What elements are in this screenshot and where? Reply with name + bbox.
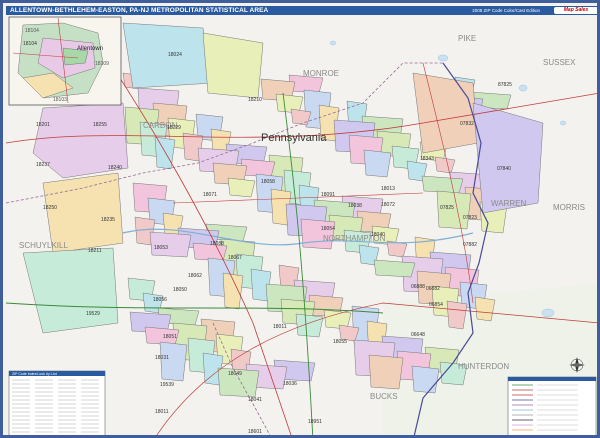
county-label: PIKE [458, 34, 476, 43]
zip-area[interactable] [386, 240, 408, 258]
zip-label: 18237 [36, 162, 50, 168]
zip-label: 18250 [43, 205, 57, 211]
zip-label: 18036 [283, 381, 297, 387]
zip-label: 18201 [36, 122, 50, 128]
zip-label: 18041 [248, 397, 262, 403]
zip-label: 18601 [248, 429, 262, 435]
zip-label: 18049 [228, 371, 242, 377]
inset-zip-label: 18109 [95, 61, 109, 67]
zip-label: 18088 [210, 241, 224, 247]
zip-area[interactable] [411, 365, 440, 394]
zip-label: 18091 [321, 192, 335, 198]
allentown-inset: Allentown 18104 18103 18109 [8, 16, 122, 106]
zip-label: 18031 [155, 355, 169, 361]
zip-label: 18211 [88, 248, 102, 254]
zip-label: 18210 [248, 97, 262, 103]
map-legend [507, 376, 597, 435]
zip-label: 18058 [261, 179, 275, 185]
county-label: SCHUYLKILL [19, 241, 68, 250]
zip-label: 18050 [173, 287, 187, 293]
zip-area[interactable] [434, 156, 456, 174]
zip-area[interactable] [363, 149, 392, 178]
zip-label: 18072 [381, 202, 395, 208]
zip-area[interactable] [368, 354, 404, 390]
zip-label: 18255 [93, 122, 107, 128]
zip-area[interactable] [412, 72, 479, 154]
map-frame: ALLENTOWN-BETHLEHEM-EASTON, PA-NJ METROP… [0, 0, 600, 438]
county-label: MONROE [303, 69, 339, 78]
zip-label: 18053 [154, 245, 168, 251]
zip-label: 18235 [101, 217, 115, 223]
zip-area[interactable] [202, 32, 264, 99]
zip-area[interactable] [290, 108, 312, 126]
zip-area[interactable] [421, 175, 464, 194]
zip-label: 18040 [371, 232, 385, 238]
zip-label: 19529 [86, 311, 100, 317]
zip-index-panel: ZIP Code Index/Look Up List [8, 370, 106, 435]
county-label: BUCKS [370, 392, 398, 401]
zip-label: 06854 [429, 302, 443, 308]
zip-area[interactable] [373, 259, 416, 278]
water-body [518, 84, 528, 92]
zip-label: 18038 [348, 203, 362, 209]
zip-label: 18011 [273, 324, 287, 330]
zip-label: 18062 [188, 273, 202, 279]
inset-zip-label: 18104 [25, 28, 39, 34]
water-body [437, 54, 449, 62]
zip-label: 06882 [426, 286, 440, 292]
water-body [541, 308, 555, 318]
zip-label: 07882 [463, 242, 477, 248]
zip-label: 18104 [23, 41, 37, 47]
water-body [329, 40, 337, 46]
county-label: HUNTERDON [458, 362, 509, 371]
zip-label: 18071 [203, 192, 217, 198]
zip-label: 07832 [460, 121, 474, 127]
zip-label: 18951 [308, 419, 322, 425]
zip-area[interactable] [159, 341, 188, 382]
zip-area[interactable] [295, 313, 324, 338]
state-label: Pennsylvania [261, 132, 327, 144]
zip-label: 07823 [463, 215, 477, 221]
zip-label: 06888 [411, 284, 425, 290]
zip-label: 07825 [440, 205, 454, 211]
zip-label: 07840 [497, 166, 511, 172]
zip-label: 18051 [163, 334, 177, 340]
zip-area[interactable] [227, 177, 256, 198]
county-label: SUSSEX [543, 58, 576, 67]
zip-index-title: ZIP Code Index/Look Up List [12, 372, 57, 376]
zip-label: 18055 [333, 339, 347, 345]
inset-zip-label: 18103 [53, 97, 67, 103]
water-body [559, 120, 567, 126]
zip-label: 19539 [160, 382, 174, 388]
zip-label: 18067 [228, 255, 242, 261]
zip-code-map[interactable]: Allentown 18104 18103 18109 PIKE MONROE SU… [3, 3, 600, 438]
zip-label: 18013 [381, 186, 395, 192]
zip-label: 18343 [420, 156, 434, 162]
zip-label: 18024 [168, 52, 182, 58]
zip-label: 18240 [108, 165, 122, 171]
inset-city-label: Allentown [77, 46, 103, 52]
zip-label: 06648 [411, 332, 425, 338]
zip-label: 18011 [155, 409, 169, 415]
county-label: MORRIS [553, 203, 585, 212]
zip-label: 18054 [321, 226, 335, 232]
county-label: WARREN [491, 199, 526, 208]
zip-label: 18056 [153, 297, 167, 303]
zip-label: 87825 [498, 82, 512, 88]
zip-label: 18229 [167, 125, 181, 131]
